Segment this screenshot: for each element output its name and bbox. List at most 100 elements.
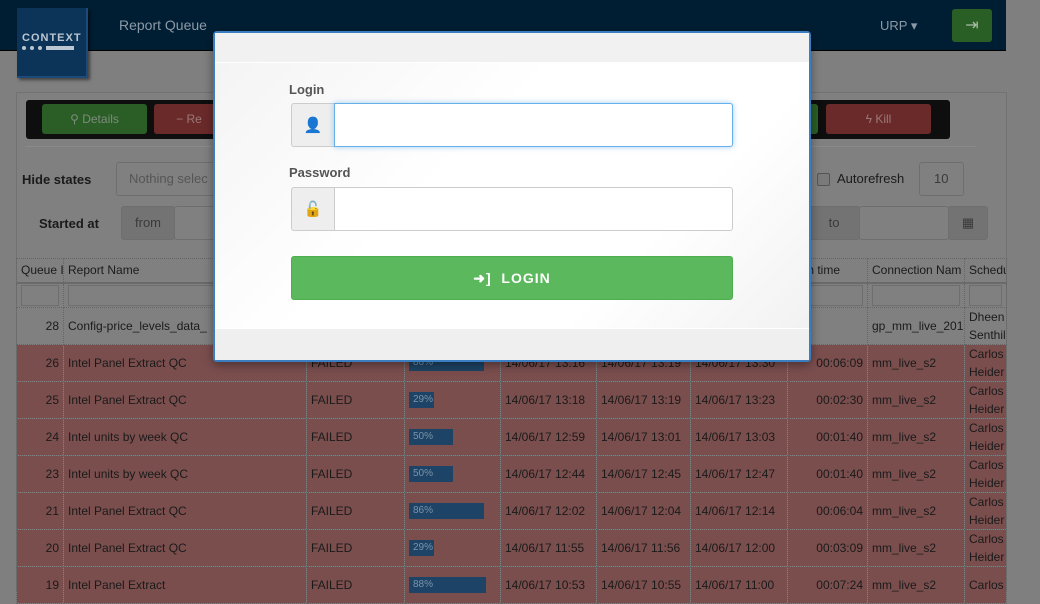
cell-state: FAILED [306,566,405,604]
table-row[interactable]: 20 Intel Panel Extract QC FAILED 29% 14/06/1… [16,529,1007,567]
cell-sched: Carlos Heider [964,344,1007,382]
cell-conn: mm_live_s2 [867,418,965,456]
cell-t3: 14/06/17 12:00 [690,529,788,567]
hide-states-select[interactable]: Nothing selec [116,162,226,196]
cell-t1: 14/06/17 11:55 [500,529,597,567]
cell-t1: 14/06/17 13:18 [500,381,597,419]
to-date-input[interactable] [859,206,949,240]
context-logo[interactable]: CONTEXT [17,8,88,78]
autorefresh-interval-input[interactable]: 10 [919,162,964,196]
cell-progress: 50% [404,418,501,456]
modal-footer [215,328,809,360]
table-row[interactable]: 24 Intel units by week QC FAILED 50% 14/06/1… [16,418,1007,456]
cell-t2: 14/06/17 12:04 [596,492,691,530]
cell-t3: 14/06/17 12:47 [690,455,788,493]
cell-conn: mm_live_s2 [867,344,965,382]
progress-bar: 29% [409,540,435,556]
table-row[interactable]: 25 Intel Panel Extract QC FAILED 29% 14/06/1… [16,381,1007,419]
cell-sched: Carlos Heider [964,455,1007,493]
cell-id: 20 [16,529,64,567]
logo-text: CONTEXT [22,32,82,44]
bolt-icon: ϟ [865,112,872,126]
cell-t3: 14/06/17 13:03 [690,418,788,456]
cell-id: 28 [16,307,64,345]
minus-icon: − [176,112,184,126]
progress-bar: 29% [409,392,435,408]
cell-name: Intel Panel Extract QC [63,381,307,419]
login-input[interactable] [334,103,733,147]
cell-id: 24 [16,418,64,456]
user-menu[interactable]: URP ▾ [880,18,917,34]
details-button[interactable]: ⚲ Details [42,104,147,134]
cell-sched: Carlos Heider [964,529,1007,567]
cell-name: Intel units by week QC [63,455,307,493]
table-row[interactable]: 19 Intel Panel Extract FAILED 88% 14/06/17 1… [16,566,1007,604]
cell-name: Intel Panel Extract QC [63,492,307,530]
sign-in-icon: ➜] [473,270,492,286]
login-button[interactable]: ➜] LOGIN [291,256,733,300]
cell-t3: 14/06/17 12:14 [690,492,788,530]
cell-t2: 14/06/17 11:56 [596,529,691,567]
cell-name: Intel units by week QC [63,418,307,456]
details-label: Details [82,112,119,126]
search-icon: ⚲ [70,112,79,126]
cell-conn: gp_mm_live_201 [867,307,965,345]
cell-t1: 14/06/17 12:44 [500,455,597,493]
kill-label: Kill [875,112,892,126]
calendar-button[interactable]: ▦ [948,206,988,240]
cell-progress: 29% [404,381,501,419]
cell-t3: 14/06/17 11:00 [690,566,788,604]
cell-t1: 14/06/17 12:59 [500,418,597,456]
cell-t1: 14/06/17 12:02 [500,492,597,530]
cell-t3: 14/06/17 13:23 [690,381,788,419]
cell-conn: mm_live_s2 [867,566,965,604]
password-input-group: 🔓 [291,187,733,231]
cell-progress: 29% [404,529,501,567]
autorefresh-label: Autorefresh [837,171,905,186]
cell-sched: Carlos Heider [964,381,1007,419]
calendar-icon: ▦ [961,215,975,230]
column-filter[interactable] [867,282,965,308]
cell-name: Intel Panel Extract QC [63,529,307,567]
login-input-group: 👤 [291,103,733,147]
cell-run: 00:07:24 [787,566,868,604]
column-filter[interactable] [964,282,1007,308]
page-title[interactable]: Report Queue [119,17,207,33]
hide-states-label: Hide states [22,172,92,187]
cell-conn: mm_live_s2 [867,529,965,567]
column-header[interactable]: Queue I [16,258,64,284]
progress-bar: 88% [409,577,486,593]
cell-t1: 14/06/17 10:53 [500,566,597,604]
cell-progress: 86% [404,492,501,530]
cell-state: FAILED [306,381,405,419]
table-row[interactable]: 23 Intel units by week QC FAILED 50% 14/06/1… [16,455,1007,493]
progress-bar: 50% [409,429,453,445]
cell-id: 26 [16,344,64,382]
table-row[interactable]: 21 Intel Panel Extract QC FAILED 86% 14/06/1… [16,492,1007,530]
sign-in-icon: ⇥ [965,17,979,34]
password-input[interactable] [334,187,733,231]
cell-t2: 14/06/17 10:55 [596,566,691,604]
cell-state: FAILED [306,418,405,456]
sign-in-button[interactable]: ⇥ [952,9,992,42]
from-addon: from [121,206,175,240]
cell-run: 00:01:40 [787,455,868,493]
cell-run: 00:02:30 [787,381,868,419]
cell-conn: mm_live_s2 [867,492,965,530]
cell-id: 25 [16,381,64,419]
remove-label: Re [186,112,202,126]
column-header[interactable]: Schedu [964,258,1007,284]
column-header[interactable]: Connection Nam [867,258,965,284]
cell-conn: mm_live_s2 [867,455,965,493]
kill-button[interactable]: ϟ Kill [826,104,931,134]
cell-sched: Carlos [964,566,1007,604]
login-label: Login [289,82,325,97]
progress-bar: 86% [409,503,484,519]
cell-state: FAILED [306,492,405,530]
user-icon: 👤 [291,103,334,147]
unlock-icon: 🔓 [291,187,334,231]
cell-conn: mm_live_s2 [867,381,965,419]
autorefresh-checkbox[interactable] [817,173,830,186]
cell-run: 00:03:09 [787,529,868,567]
column-filter[interactable] [16,282,64,308]
